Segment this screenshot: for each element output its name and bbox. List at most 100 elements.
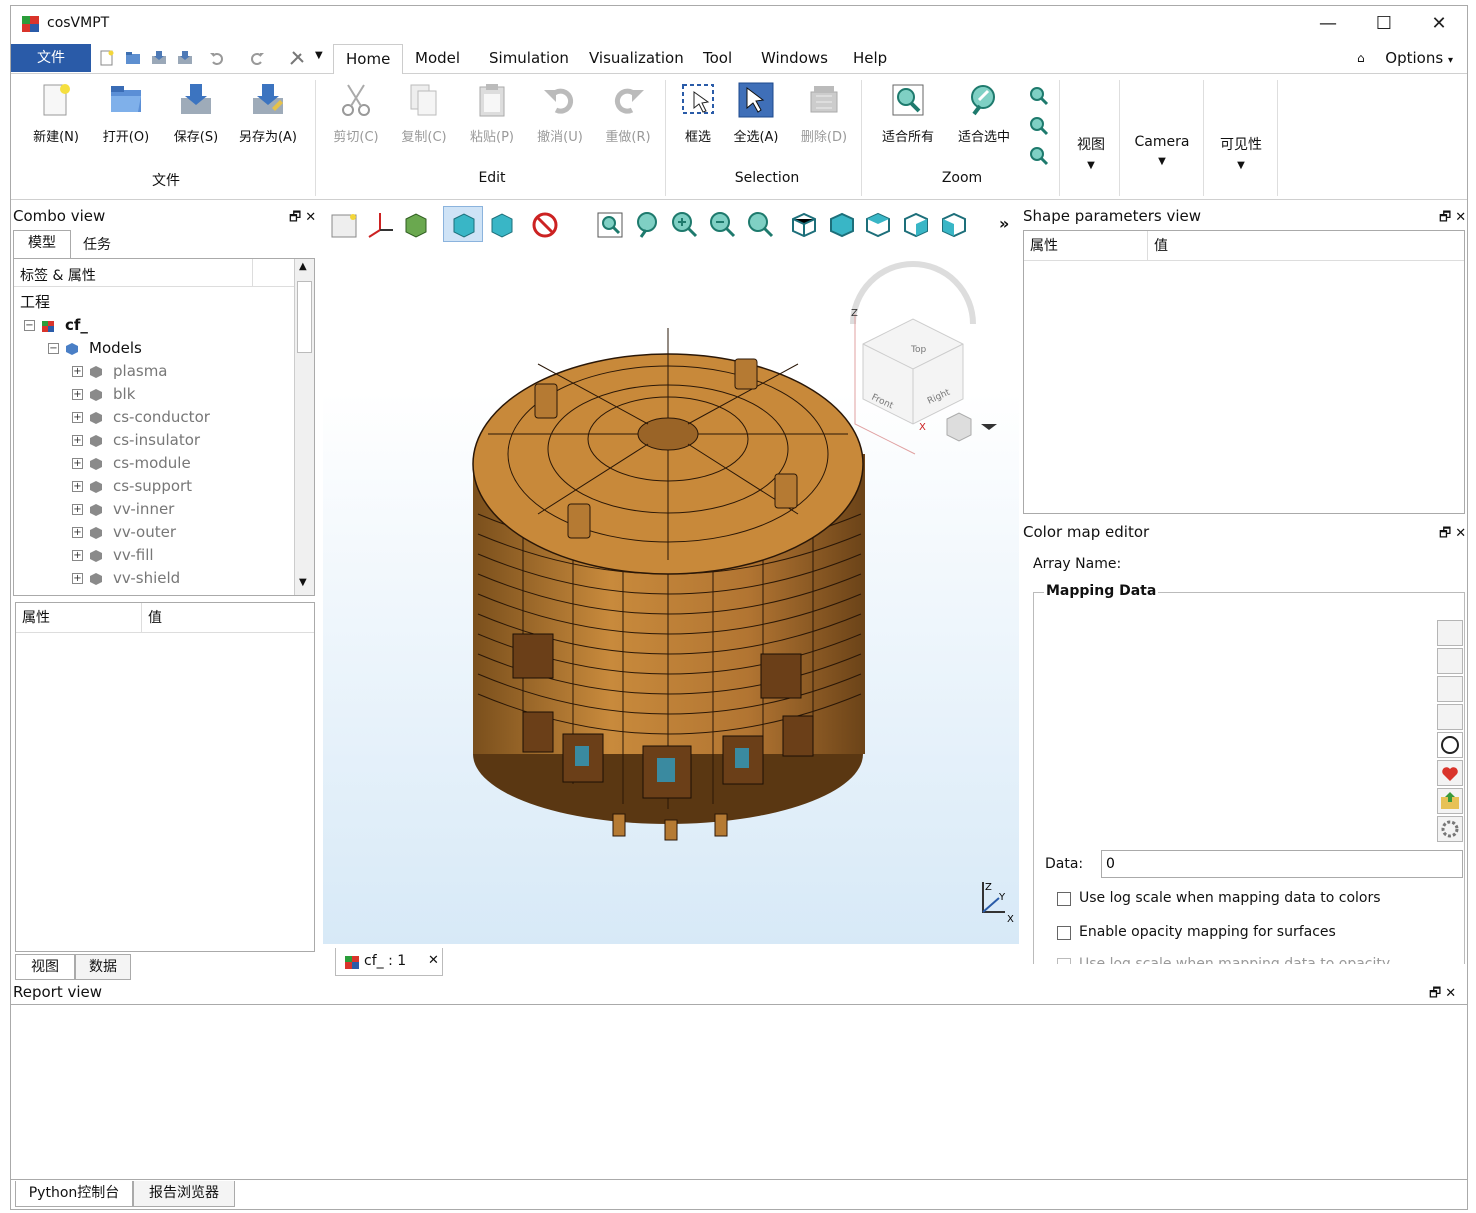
expand-icon[interactable]: +	[72, 573, 83, 584]
tree-item-plasma[interactable]: + plasma	[72, 360, 168, 383]
save-as-icon[interactable]	[177, 50, 193, 66]
menu-home[interactable]: Home	[333, 44, 404, 75]
open-button[interactable]: 打开(O)	[91, 82, 161, 152]
paste-button[interactable]: 粘贴(P)	[457, 82, 527, 152]
zoom-in-icon[interactable]	[1029, 86, 1049, 106]
undo-icon[interactable]	[209, 50, 225, 66]
new-file-icon[interactable]	[99, 50, 115, 66]
load-preset-icon[interactable]	[1437, 788, 1463, 814]
scroll-thumb[interactable]	[297, 281, 312, 353]
3d-canvas[interactable]: Top Front Right Z X Z Y X	[323, 254, 1019, 944]
expand-icon[interactable]: +	[72, 504, 83, 515]
collapse-icon[interactable]: −	[24, 320, 35, 331]
draw-style-icon[interactable]	[401, 210, 431, 240]
report-output[interactable]	[11, 1004, 1467, 1180]
redo-button[interactable]: 重做(R)	[593, 82, 663, 152]
zoom-fit-all-icon[interactable]	[595, 210, 625, 240]
panel-float-close-icon[interactable]: 🗗✕	[1429, 984, 1460, 1006]
fit-all-button[interactable]: 适合所有	[873, 82, 943, 152]
favorite-preset-icon[interactable]	[1437, 760, 1463, 786]
view-isometric-icon[interactable]	[789, 210, 819, 240]
document-tab[interactable]: cf_ : 1 ✕	[335, 948, 443, 976]
tools-icon[interactable]	[289, 50, 305, 66]
expand-icon[interactable]: +	[72, 550, 83, 561]
folder-open-icon[interactable]	[125, 50, 141, 66]
camera-dropdown[interactable]: Camera ▼	[1127, 134, 1197, 167]
menu-tool[interactable]: Tool	[691, 44, 744, 72]
color-circle-icon[interactable]	[1437, 732, 1463, 758]
tab-view[interactable]: 视图	[15, 954, 75, 980]
rescale-custom-icon[interactable]	[1437, 648, 1463, 674]
view-top-icon[interactable]	[863, 210, 893, 240]
toolbar-overflow-icon[interactable]: »	[999, 214, 1009, 233]
tree-item-vv-fill[interactable]: + vv-fill	[72, 544, 154, 567]
menu-visualization[interactable]: Visualization	[577, 44, 696, 72]
view-rear-icon[interactable]	[939, 210, 969, 240]
redo-icon[interactable]	[249, 50, 265, 66]
zoom-box-icon[interactable]	[1029, 146, 1049, 166]
tree-models-group[interactable]: − Models	[48, 337, 142, 360]
collapse-ribbon-icon[interactable]: ⌂	[1357, 51, 1365, 65]
shaded-view-button-active[interactable]	[443, 206, 483, 242]
expand-icon[interactable]: +	[72, 458, 83, 469]
collapse-icon[interactable]: −	[48, 343, 59, 354]
tree-item-cs-insulator[interactable]: + cs-insulator	[72, 429, 200, 452]
scroll-up-icon[interactable]: ▲	[299, 261, 307, 272]
opacity-mapping-checkbox[interactable]	[1057, 926, 1071, 940]
tree-item-cs-conductor[interactable]: + cs-conductor	[72, 406, 210, 429]
save-button[interactable]: 保存(S)	[161, 82, 231, 152]
menu-help[interactable]: Help	[841, 44, 899, 72]
tab-data[interactable]: 数据	[75, 954, 131, 980]
tree-scrollbar[interactable]: ▲ ▼	[294, 259, 314, 595]
select-all-button[interactable]: 全选(A)	[721, 82, 791, 152]
tree-item-blk[interactable]: + blk	[72, 383, 135, 406]
axis-cross-icon[interactable]	[365, 210, 395, 240]
maximize-button[interactable]: ☐	[1361, 10, 1407, 38]
std-view-icon[interactable]	[329, 210, 359, 240]
rescale-visible-icon[interactable]	[1437, 704, 1463, 730]
expand-icon[interactable]: +	[72, 366, 83, 377]
panel-float-close-icon[interactable]: 🗗✕	[1439, 524, 1467, 546]
settings-gear-icon[interactable]	[1437, 816, 1463, 842]
expand-icon[interactable]: +	[72, 412, 83, 423]
delete-button[interactable]: 删除(D)	[789, 82, 859, 152]
tree-root-cf[interactable]: − cf_	[24, 314, 88, 337]
new-button[interactable]: 新建(N)	[21, 82, 91, 152]
undo-button[interactable]: 撤消(U)	[525, 82, 595, 152]
panel-float-close-icon[interactable]: 🗗✕	[1439, 208, 1467, 230]
expand-icon[interactable]: +	[72, 435, 83, 446]
menu-model[interactable]: Model	[403, 44, 472, 72]
tokamak-model[interactable]: Top Front Right Z X Z Y X	[323, 254, 1019, 944]
tree-item-cs-module[interactable]: + cs-module	[72, 452, 191, 475]
flat-cube-icon[interactable]	[487, 210, 517, 240]
quick-access-dropdown-icon[interactable]: ▼	[315, 50, 323, 61]
save-as-button[interactable]: 另存为(A)	[233, 82, 303, 152]
cut-button[interactable]: 剪切(C)	[321, 82, 391, 152]
zoom-fit-selection-icon[interactable]	[633, 210, 663, 240]
tab-model[interactable]: 模型	[13, 230, 71, 258]
navigation-cube[interactable]: Top Front Right Z X	[850, 261, 997, 455]
copy-button[interactable]: 复制(C)	[389, 82, 459, 152]
tree-item-vv-shield[interactable]: + vv-shield	[72, 567, 180, 590]
close-button[interactable]: ✕	[1416, 10, 1462, 38]
view-right-icon[interactable]	[901, 210, 931, 240]
fit-selection-button[interactable]: 适合选中	[949, 82, 1019, 152]
minimize-button[interactable]: —	[1305, 10, 1351, 38]
zoom-out-icon[interactable]	[1029, 116, 1049, 136]
file-menu-button[interactable]: 文件	[11, 44, 91, 72]
view-dropdown[interactable]: 视图 ▼	[1069, 134, 1113, 171]
log-opacity-checkbox[interactable]	[1057, 958, 1071, 964]
tree-item-vv-inner[interactable]: + vv-inner	[72, 498, 174, 521]
options-menu[interactable]: Options ▾	[1385, 44, 1453, 72]
tree-item-vv-outer[interactable]: + vv-outer	[72, 521, 176, 544]
data-input[interactable]	[1101, 850, 1463, 878]
close-tab-icon[interactable]: ✕	[428, 953, 439, 968]
scroll-down-icon[interactable]: ▼	[299, 577, 307, 588]
tree-item-cs-support[interactable]: + cs-support	[72, 475, 192, 498]
expand-icon[interactable]: +	[72, 527, 83, 538]
zoom-in-icon[interactable]	[669, 210, 699, 240]
view-front-icon[interactable]	[827, 210, 857, 240]
tab-python-console[interactable]: Python控制台	[15, 1181, 133, 1207]
tab-tasks[interactable]: 任务	[83, 234, 111, 254]
rescale-range-icon[interactable]	[1437, 620, 1463, 646]
